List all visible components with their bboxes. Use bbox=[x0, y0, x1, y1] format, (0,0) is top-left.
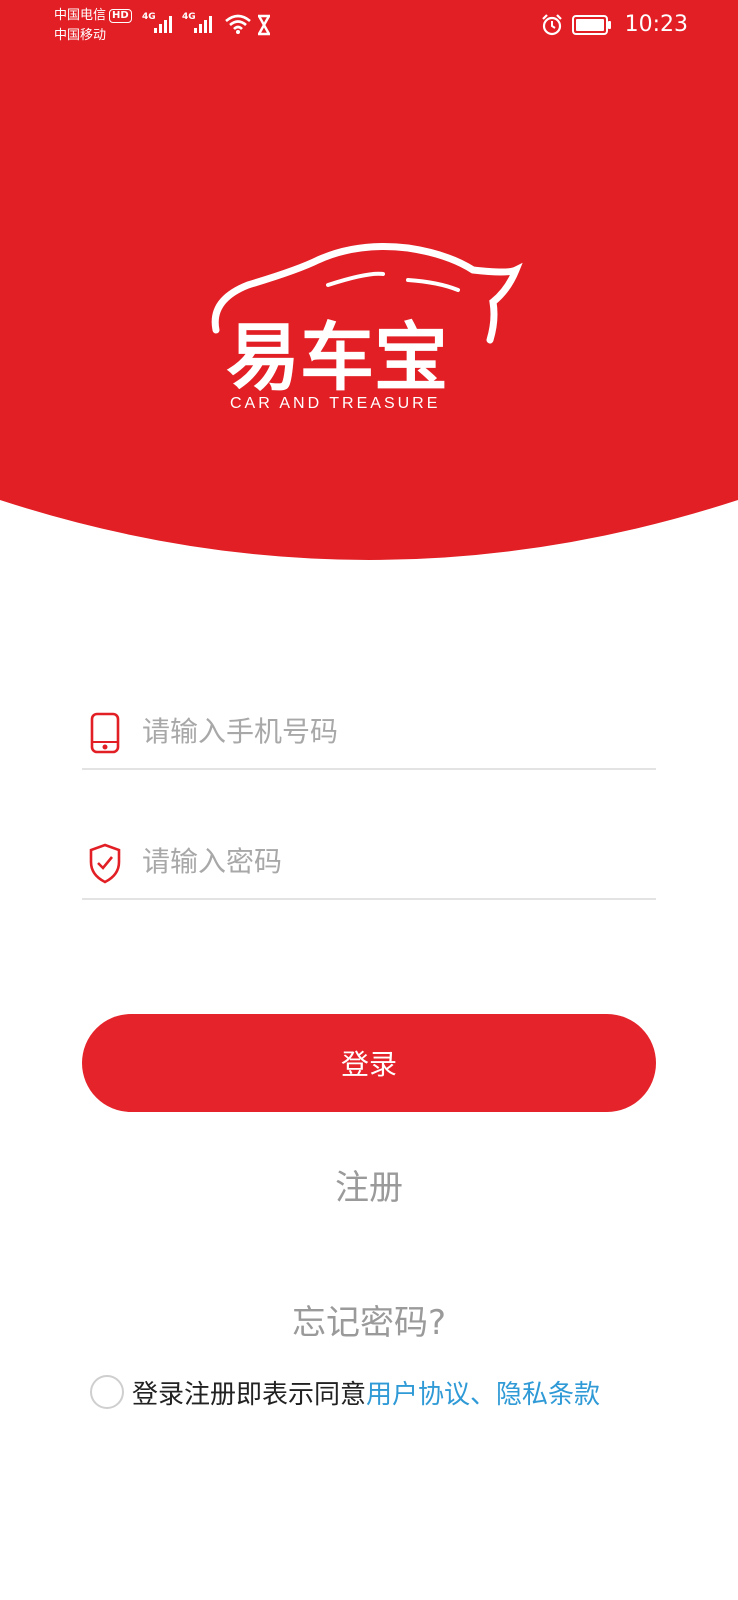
logo-subtitle: CAR AND TREASURE bbox=[230, 395, 441, 412]
phone-icon bbox=[90, 712, 120, 754]
password-input[interactable] bbox=[142, 836, 642, 886]
carrier-1: 中国电信 bbox=[54, 8, 107, 23]
app-logo: 易车宝 CAR AND TREASURE bbox=[208, 240, 528, 420]
phone-field bbox=[82, 690, 656, 770]
register-link[interactable]: 注册 bbox=[0, 1160, 738, 1209]
agreement-text: 登录注册即表示同意 bbox=[132, 1379, 367, 1410]
login-button[interactable]: 登录 bbox=[82, 1014, 656, 1112]
forgot-password-link[interactable]: 忘记密码? bbox=[0, 1295, 738, 1344]
shield-check-icon bbox=[89, 843, 121, 884]
logo-title: 易车宝 bbox=[226, 315, 448, 401]
agreement-checkbox[interactable] bbox=[90, 1375, 124, 1409]
header-banner: 中国电信 HD 中国移动 4G 4G 10:23 易车宝 CAR AND TRE… bbox=[0, 0, 738, 565]
hourglass-icon bbox=[257, 14, 271, 36]
wifi-icon bbox=[225, 14, 251, 34]
clock-time: 10:23 bbox=[624, 12, 688, 37]
status-bar: 中国电信 HD 中国移动 4G 4G 10:23 bbox=[0, 0, 738, 50]
alarm-icon bbox=[542, 14, 562, 36]
carrier-2: 中国移动 bbox=[54, 28, 107, 43]
carrier-info: 中国电信 HD 中国移动 bbox=[54, 6, 132, 46]
agreement-links[interactable]: 用户协议、隐私条款 bbox=[366, 1374, 600, 1411]
phone-input[interactable] bbox=[142, 706, 642, 756]
hd-badge: HD bbox=[109, 9, 132, 23]
battery-icon bbox=[572, 15, 611, 35]
agreement-row: 登录注册即表示同意 用户协议、隐私条款 bbox=[90, 1372, 600, 1412]
password-field bbox=[82, 820, 656, 900]
